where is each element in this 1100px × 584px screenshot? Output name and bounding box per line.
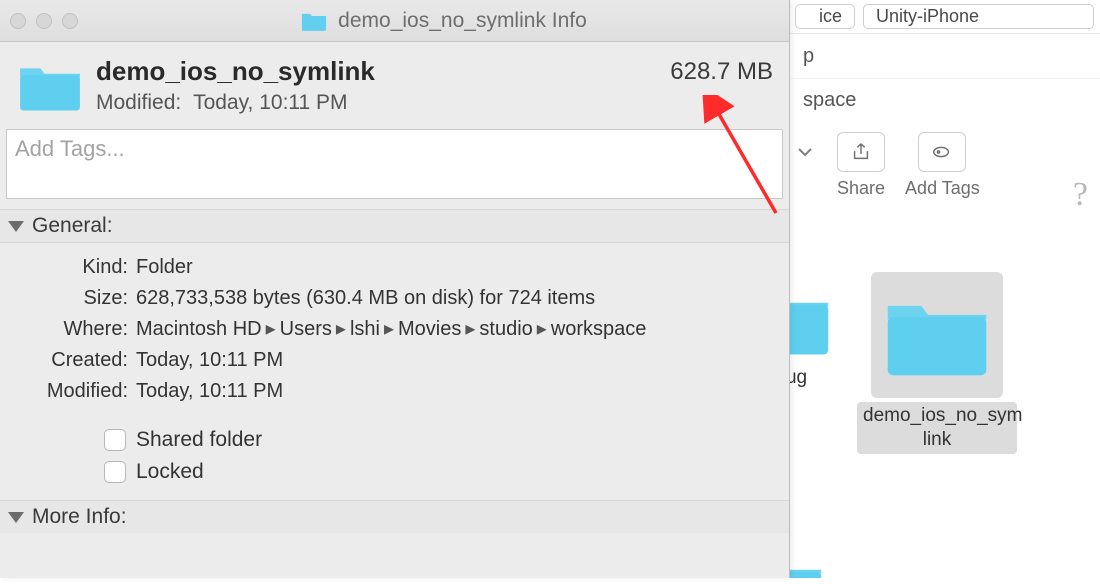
path-crumb[interactable]: p — [791, 34, 1100, 78]
info-header: demo_ios_no_symlink Modified: Today, 10:… — [0, 42, 789, 123]
share-label: Share — [837, 178, 885, 199]
share-button[interactable]: Share — [837, 132, 885, 199]
path-crumb-label: p — [803, 45, 814, 68]
size-value: 628,733,538 bytes (630.4 MB on disk) for… — [136, 284, 773, 313]
window-titlebar[interactable]: demo_ios_no_symlink Info — [0, 0, 789, 42]
path-crumb[interactable]: space — [791, 78, 1100, 122]
window-title-text: demo_ios_no_symlink Info — [338, 9, 587, 33]
chevron-down-icon[interactable] — [793, 132, 817, 172]
created-value: Today, 10:11 PM — [136, 346, 773, 375]
tags-placeholder: Add Tags... — [15, 136, 125, 161]
checkbox-icon — [104, 461, 126, 483]
folder-icon — [16, 58, 84, 114]
get-info-window: demo_ios_no_symlink Info demo_ios_no_sym… — [0, 0, 790, 578]
modified-value: Today, 10:11 PM — [136, 377, 773, 406]
kind-label: Kind: — [16, 253, 128, 282]
finder-item-label: demo_ios_no_symlink — [857, 402, 1017, 454]
share-icon — [837, 132, 885, 172]
section-general-header[interactable]: General: — [0, 209, 789, 243]
where-value: Macintosh HD▸Users▸lshi▸Movies▸studio▸wo… — [136, 315, 773, 344]
tag-icon — [918, 132, 966, 172]
where-label: Where: — [16, 315, 128, 344]
shared-folder-checkbox-row[interactable]: Shared folder — [104, 428, 773, 452]
add-tags-label: Add Tags — [905, 178, 980, 199]
checkbox-icon — [104, 429, 126, 451]
modified-prefix: Modified: — [96, 91, 181, 114]
help-icon[interactable]: ? — [1073, 176, 1088, 214]
close-window-button[interactable] — [10, 13, 26, 29]
item-modified: Modified: Today, 10:11 PM — [96, 91, 658, 115]
finder-window-background: ice Unity-iPhone p space Share Add Tags — [788, 0, 1100, 578]
shared-folder-label: Shared folder — [136, 428, 262, 452]
tags-input[interactable]: Add Tags... — [6, 129, 783, 199]
folder-icon — [300, 10, 328, 32]
item-size: 628.7 MB — [670, 58, 773, 86]
item-name: demo_ios_no_symlink — [96, 56, 658, 87]
modified-label: Modified: — [16, 377, 128, 406]
locked-label: Locked — [136, 460, 204, 484]
disclosure-triangle-icon — [8, 512, 24, 523]
folder-icon-selection — [871, 272, 1003, 398]
finder-item-selected[interactable]: demo_ios_no_symlink — [867, 272, 1007, 454]
section-more-info-label: More Info: — [32, 505, 127, 529]
window-title: demo_ios_no_symlink Info — [108, 9, 779, 33]
section-more-info-header[interactable]: More Info: — [0, 500, 789, 533]
add-tags-button[interactable]: Add Tags — [905, 132, 980, 199]
window-traffic-lights — [10, 13, 78, 29]
finder-tab-right[interactable]: Unity-iPhone — [863, 4, 1094, 29]
locked-checkbox-row[interactable]: Locked — [104, 460, 773, 484]
path-crumb-label: space — [803, 89, 856, 112]
zoom-window-button[interactable] — [62, 13, 78, 29]
finder-path-crumbs: p space — [789, 34, 1100, 122]
minimize-window-button[interactable] — [36, 13, 52, 29]
kind-value: Folder — [136, 253, 773, 282]
size-label: Size: — [16, 284, 128, 313]
section-general-body: Kind: Folder Size: 628,733,538 bytes (63… — [0, 243, 789, 500]
finder-tab-bar: ice Unity-iPhone — [789, 0, 1100, 34]
modified-value: Today, 10:11 PM — [193, 91, 347, 114]
finder-tab-left[interactable]: ice — [795, 4, 855, 29]
folder-icon — [881, 290, 993, 380]
finder-toolbar: Share Add Tags ion — [789, 126, 1100, 199]
section-general-label: General: — [32, 214, 113, 238]
disclosure-triangle-icon — [8, 221, 24, 232]
created-label: Created: — [16, 346, 128, 375]
